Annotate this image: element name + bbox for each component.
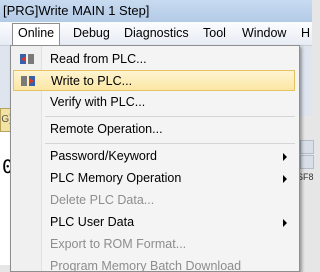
menu-item-label: Verify with PLC... [50, 95, 146, 109]
menu-item-label: PLC Memory Operation [50, 171, 182, 185]
menu-item-label: Write to PLC... [51, 74, 133, 88]
menu-item-write-to-plc[interactable]: Write to PLC... [13, 70, 295, 91]
menu-item-label: Program Memory Batch Download [50, 259, 242, 272]
menu-separator [45, 116, 295, 117]
menu-item-label: Delete PLC Data... [50, 193, 155, 207]
menu-item-export-to-rom-format[interactable]: Export to ROM Format... [13, 234, 295, 255]
menu-separator [45, 143, 295, 144]
menu-help[interactable]: H [296, 24, 315, 43]
submenu-arrow-icon [283, 219, 287, 227]
read-from-plc-icon [20, 54, 34, 64]
write-to-plc-icon [21, 76, 35, 86]
menu-item-delete-plc-data[interactable]: Delete PLC Data... [13, 190, 295, 211]
submenu-arrow-icon [283, 153, 287, 161]
menu-item-label: PLC User Data [50, 215, 135, 229]
toolbar-cell[interactable] [300, 140, 314, 154]
menu-diagnostics[interactable]: Diagnostics [119, 24, 194, 43]
menu-item-password-keyword[interactable]: Password/Keyword [13, 146, 295, 167]
menu-item-label: Read from PLC... [50, 52, 147, 66]
menu-window[interactable]: Window [237, 24, 291, 43]
menu-item-plc-user-data[interactable]: PLC User Data [13, 212, 295, 233]
menu-item-verify-with-plc[interactable]: Verify with PLC... [13, 92, 295, 113]
menu-item-remote-operation[interactable]: Remote Operation... [13, 119, 295, 140]
title-bar: [PRG]Write MAIN 1 Step] [0, 0, 312, 23]
menu-item-label: Export to ROM Format... [50, 237, 187, 251]
menu-item-label: Remote Operation... [50, 122, 163, 136]
menu-item-program-memory-batch-download[interactable]: Program Memory Batch Download [13, 256, 295, 272]
menu-item-plc-memory-operation[interactable]: PLC Memory Operation [13, 168, 295, 189]
toolbar-cell[interactable] [300, 155, 314, 169]
menu-item-label: Password/Keyword [50, 149, 157, 163]
window-title: [PRG]Write MAIN 1 Step] [3, 3, 150, 18]
menu-tool[interactable]: Tool [198, 24, 231, 43]
menu-online[interactable]: Online [12, 23, 61, 45]
menu-bar: Online Debug Diagnostics Tool Window H [0, 22, 312, 46]
menu-item-read-from-plc[interactable]: Read from PLC... [13, 49, 295, 70]
menu-debug[interactable]: Debug [68, 24, 115, 43]
online-menu-dropdown: Read from PLC... Write to PLC... Verify … [10, 45, 300, 272]
submenu-arrow-icon [283, 175, 287, 183]
